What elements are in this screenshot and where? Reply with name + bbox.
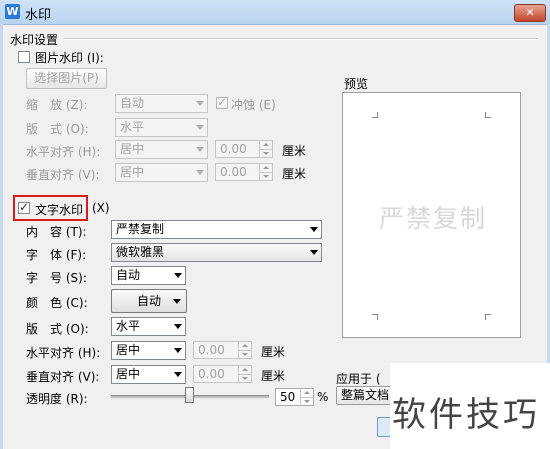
washout-label: 冲蚀 (E) [231,98,276,112]
text-valign-select[interactable]: 居中 [111,365,186,384]
size-select[interactable]: 自动 [111,266,186,285]
text-halign-offset[interactable]: 0.00 [193,341,252,359]
spin-down-icon[interactable] [238,350,251,359]
text-valign-label: 垂直对齐 (V): [26,370,100,384]
spin-up-icon[interactable] [259,164,272,172]
spin-down-icon[interactable] [259,172,272,181]
picture-valign-offset[interactable]: 0.00 [215,163,273,181]
crop-mark-icon [485,314,491,320]
picture-halign-select[interactable]: 居中 [115,140,208,159]
font-select[interactable]: 微软雅黑 [111,243,322,262]
preview-label: 预览 [344,77,369,91]
text-valign-offset[interactable]: 0.00 [193,365,252,383]
spin-up-icon[interactable] [259,141,272,149]
picture-watermark-label: 图片水印 (I): [35,51,104,65]
spin-down-icon[interactable] [259,149,272,158]
picture-halign-label: 水平对齐 (H): [26,145,101,159]
picture-valign-unit: 厘米 [282,167,307,181]
picture-halign-unit: 厘米 [282,144,307,158]
transparency-unit: % [317,390,329,404]
content-select[interactable]: 严禁复制 [111,220,322,239]
chevron-down-icon [196,170,204,175]
chevron-down-icon [174,348,182,353]
color-label: 颜 色 (C): [26,296,88,310]
apply-to-select[interactable]: 整篇文档 [336,386,394,405]
text-layout-label: 版 式 (O): [26,322,89,336]
color-picker-button[interactable]: 自动 [111,289,187,313]
preview-panel: 严禁复制 [342,92,521,338]
text-halign-select[interactable]: 居中 [111,341,186,360]
choose-picture-button[interactable]: 选择图片(P) [26,68,107,89]
window-title: 水印 [25,8,52,23]
text-layout-select[interactable]: 水平 [111,317,186,336]
section-divider [64,38,538,40]
chevron-down-icon [196,125,204,130]
spin-up-icon[interactable] [238,342,251,350]
transparency-slider-thumb[interactable] [185,387,194,403]
close-icon: ✕ [525,6,535,19]
brand-watermark: 软件技巧 [392,395,540,435]
spin-up-icon[interactable] [300,389,313,397]
chevron-down-icon [196,147,204,152]
crop-mark-icon [372,314,378,320]
text-watermark-label: 文字水印 [35,203,84,217]
chevron-down-icon [310,227,318,232]
picture-watermark-checkbox[interactable] [18,51,30,63]
text-halign-label: 水平对齐 (H): [26,346,101,360]
chevron-down-icon [310,250,318,255]
section-title: 水印设置 [10,33,59,47]
size-label: 字 号 (S): [26,271,87,285]
spin-down-icon[interactable] [300,397,313,406]
window-border-left [0,24,3,449]
transparency-label: 透明度 (R): [26,392,88,406]
spin-up-icon[interactable] [238,366,251,374]
picture-layout-label: 版 式 (O): [26,122,89,136]
picture-halign-offset[interactable]: 0.00 [215,140,273,158]
close-button[interactable]: ✕ [514,4,546,22]
chevron-down-icon [174,273,182,278]
spin-down-icon[interactable] [238,374,251,383]
scale-select[interactable]: 自动 [115,94,208,113]
chevron-down-icon [174,324,182,329]
washout-checkbox[interactable] [216,95,228,109]
picture-valign-select[interactable]: 居中 [115,163,208,182]
title-bar [0,0,550,25]
font-label: 字 体 (F): [26,248,87,262]
chevron-down-icon [174,372,182,377]
scale-label: 缩 放 (Z): [26,98,88,112]
transparency-input[interactable]: 50 [275,388,314,406]
crop-mark-icon [485,112,491,118]
apply-to-label: 应用于 ( [336,372,381,386]
picture-valign-label: 垂直对齐 (V): [26,168,100,182]
chevron-down-icon [196,101,204,106]
app-icon: W [5,4,20,19]
content-label: 内 容 (T): [26,225,87,239]
text-watermark-hotkey: (X) [92,201,110,215]
chevron-down-icon [173,299,181,304]
text-valign-unit: 厘米 [261,369,286,383]
crop-mark-icon [372,112,378,118]
text-halign-unit: 厘米 [261,345,286,359]
picture-layout-select[interactable]: 水平 [115,118,208,137]
preview-watermark-text: 严禁复制 [379,204,488,233]
text-watermark-checkbox[interactable] [18,200,30,214]
